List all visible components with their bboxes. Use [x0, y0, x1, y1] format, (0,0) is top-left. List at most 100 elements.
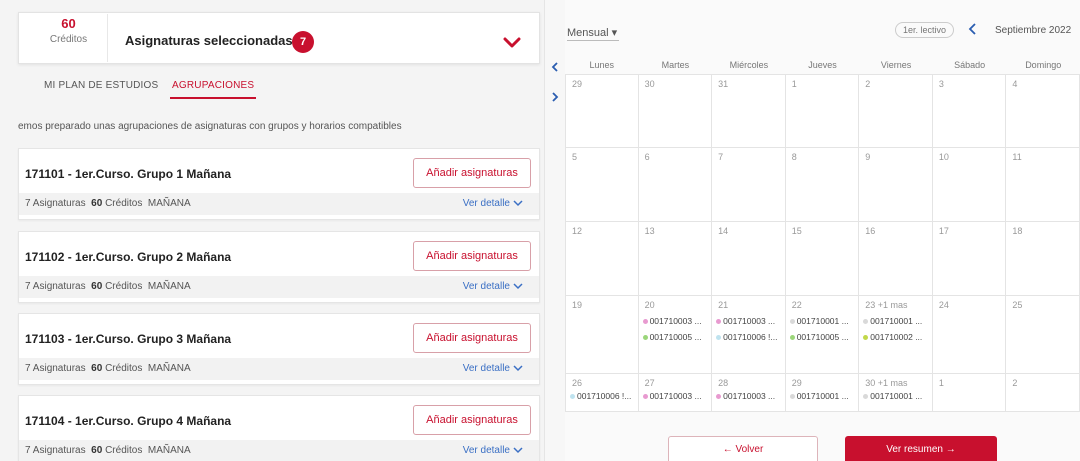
- calendar-day-cell[interactable]: 17: [932, 222, 1007, 296]
- calendar-event[interactable]: 001710003 ...: [642, 316, 702, 326]
- day-of-week-label: Martes: [661, 60, 690, 70]
- calendar-day-cell[interactable]: 10: [932, 148, 1007, 222]
- detail-label: Ver detalle: [462, 363, 510, 374]
- calendar-event[interactable]: 001710001 ...: [863, 316, 922, 326]
- calendar-day-cell[interactable]: 1: [785, 74, 860, 148]
- calendar-day-cell[interactable]: 8: [785, 148, 860, 222]
- day-number: 29: [572, 79, 583, 89]
- event-dot-icon: [642, 394, 648, 400]
- event-dot-icon: [789, 394, 795, 400]
- tab-agrupaciones[interactable]: AGRUPACIONES: [170, 80, 257, 99]
- calendar-event[interactable]: 001710006 !...: [570, 391, 631, 401]
- group-info: 7 Asignaturas 60 Créditos MAÑANA: [25, 363, 191, 374]
- event-dot-icon: [863, 394, 869, 400]
- view-detail-link[interactable]: Ver detalle: [463, 281, 523, 292]
- view-detail-link[interactable]: Ver detalle: [463, 363, 523, 374]
- calendar-day-cell[interactable]: 21 001710003 ... 001710006 !...: [712, 296, 786, 374]
- event-dot-icon: [789, 335, 795, 341]
- calendar-day-cell[interactable]: 2: [859, 74, 933, 148]
- calendar-event[interactable]: 001710005 ...: [789, 332, 849, 342]
- day-number: 21: [718, 300, 729, 310]
- group-credits-label: Créditos: [105, 281, 143, 292]
- selected-subjects-title: Asignaturas seleccionadas: [125, 33, 293, 48]
- calendar-day-cell[interactable]: 28 001710003 ...: [712, 374, 786, 412]
- calendar-day-cell[interactable]: 30 +1 mas 001710001 ...: [859, 374, 933, 412]
- term-pill[interactable]: 1er. lectivo: [895, 22, 955, 38]
- day-number: 29: [791, 378, 802, 388]
- group-info: 7 Asignaturas 60 Créditos MAÑANA: [25, 445, 191, 456]
- calendar-day-cell[interactable]: 29 001710001 ...: [785, 374, 860, 412]
- day-number: 9: [865, 152, 871, 162]
- chevron-down-icon: [513, 365, 523, 372]
- chevron-right-icon[interactable]: [550, 92, 560, 102]
- calendar-day-cell[interactable]: 27 001710003 ...: [638, 374, 713, 412]
- day-number: 25: [1012, 300, 1023, 310]
- calendar-event[interactable]: 001710006 !...: [716, 332, 778, 342]
- day-number: 18: [1012, 226, 1023, 236]
- asignaturas-count: 7: [25, 445, 31, 456]
- calendar-day-cell[interactable]: 11: [1006, 148, 1080, 222]
- calendar-event[interactable]: 001710001 ...: [789, 316, 849, 326]
- add-subjects-button[interactable]: Añadir asignaturas: [413, 405, 531, 435]
- group-card: 171103 - 1er.Curso. Grupo 3 Mañana Añadi…: [18, 313, 540, 385]
- day-number: 1: [938, 378, 944, 388]
- day-number: 16: [865, 226, 876, 236]
- calendar-day-cell[interactable]: 18: [1006, 222, 1080, 296]
- day-of-week-label: Jueves: [808, 60, 837, 70]
- day-number: 24: [938, 300, 949, 310]
- calendar-day-cell[interactable]: 2: [1006, 374, 1080, 412]
- view-select[interactable]: Mensual ▾: [567, 26, 619, 41]
- calendar-event[interactable]: 001710001 ...: [789, 391, 849, 401]
- chevron-left-icon[interactable]: [550, 62, 560, 72]
- calendar-day-cell[interactable]: 12: [565, 222, 639, 296]
- calendar-day-cell[interactable]: 19: [565, 296, 639, 374]
- calendar-event[interactable]: 001710002 ...: [863, 332, 922, 342]
- calendar-day-cell[interactable]: 24: [932, 296, 1007, 374]
- calendar-day-cell[interactable]: 14: [712, 222, 786, 296]
- day-number: 30 +1 mas: [865, 378, 908, 388]
- credits-label: Créditos: [49, 34, 88, 45]
- event-dot-icon: [863, 319, 869, 325]
- calendar-day-cell[interactable]: 6: [638, 148, 713, 222]
- calendar-panel: Mensual ▾ 1er. lectivo Septiembre 2022 L…: [565, 0, 1080, 461]
- add-subjects-button[interactable]: Añadir asignaturas: [413, 158, 531, 188]
- calendar-day-cell[interactable]: 20 001710003 ... 001710005 ...: [638, 296, 713, 374]
- calendar-day-cell[interactable]: 23 +1 mas 001710001 ... 001710002 ...: [859, 296, 933, 374]
- calendar-day-cell[interactable]: 1: [932, 374, 1007, 412]
- view-detail-link[interactable]: Ver detalle: [463, 198, 523, 209]
- calendar-event[interactable]: 001710001 ...: [863, 391, 922, 401]
- calendar-day-cell[interactable]: 26 001710006 !...: [565, 374, 639, 412]
- tab-mi-plan[interactable]: MI PLAN DE ESTUDIOS: [44, 80, 158, 97]
- add-subjects-button[interactable]: Añadir asignaturas: [413, 323, 531, 353]
- view-detail-link[interactable]: Ver detalle: [463, 445, 523, 456]
- event-dot-icon: [642, 335, 648, 341]
- event-label: 001710001 ...: [796, 316, 849, 326]
- view-summary-button[interactable]: Ver resumen →: [845, 436, 997, 461]
- group-meta: 7 Asignaturas 60 Créditos MAÑANA Ver det…: [19, 276, 539, 298]
- calendar-day-cell[interactable]: 31: [712, 74, 786, 148]
- calendar-day-cell[interactable]: 5: [565, 148, 639, 222]
- event-dot-icon: [570, 394, 575, 400]
- calendar-event[interactable]: 001710003 ...: [716, 316, 775, 326]
- calendar-event[interactable]: 001710005 ...: [642, 332, 702, 342]
- add-subjects-button[interactable]: Añadir asignaturas: [413, 241, 531, 271]
- calendar-day-cell[interactable]: 30: [638, 74, 713, 148]
- calendar-event[interactable]: 001710003 ...: [716, 391, 775, 401]
- chevron-down-icon[interactable]: [500, 30, 524, 54]
- chevron-left-icon[interactable]: [967, 22, 979, 36]
- day-number: 11: [1012, 152, 1022, 162]
- calendar-day-cell[interactable]: 16: [859, 222, 933, 296]
- asignaturas-count: 7: [25, 363, 31, 374]
- calendar-day-cell[interactable]: 15: [785, 222, 860, 296]
- calendar-event[interactable]: 001710003 ...: [642, 391, 702, 401]
- calendar-day-cell[interactable]: 7: [712, 148, 786, 222]
- calendar-day-cell[interactable]: 13: [638, 222, 713, 296]
- calendar-day-cell[interactable]: 25: [1006, 296, 1080, 374]
- back-button[interactable]: ← Volver: [668, 436, 818, 461]
- calendar-day-cell[interactable]: 9: [859, 148, 933, 222]
- calendar-day-cell[interactable]: 3: [932, 74, 1007, 148]
- calendar-day-cell[interactable]: 29: [565, 74, 639, 148]
- calendar-day-cell[interactable]: 4: [1006, 74, 1080, 148]
- event-label: 001710006 !...: [723, 332, 778, 342]
- calendar-day-cell[interactable]: 22 001710001 ... 001710005 ...: [785, 296, 860, 374]
